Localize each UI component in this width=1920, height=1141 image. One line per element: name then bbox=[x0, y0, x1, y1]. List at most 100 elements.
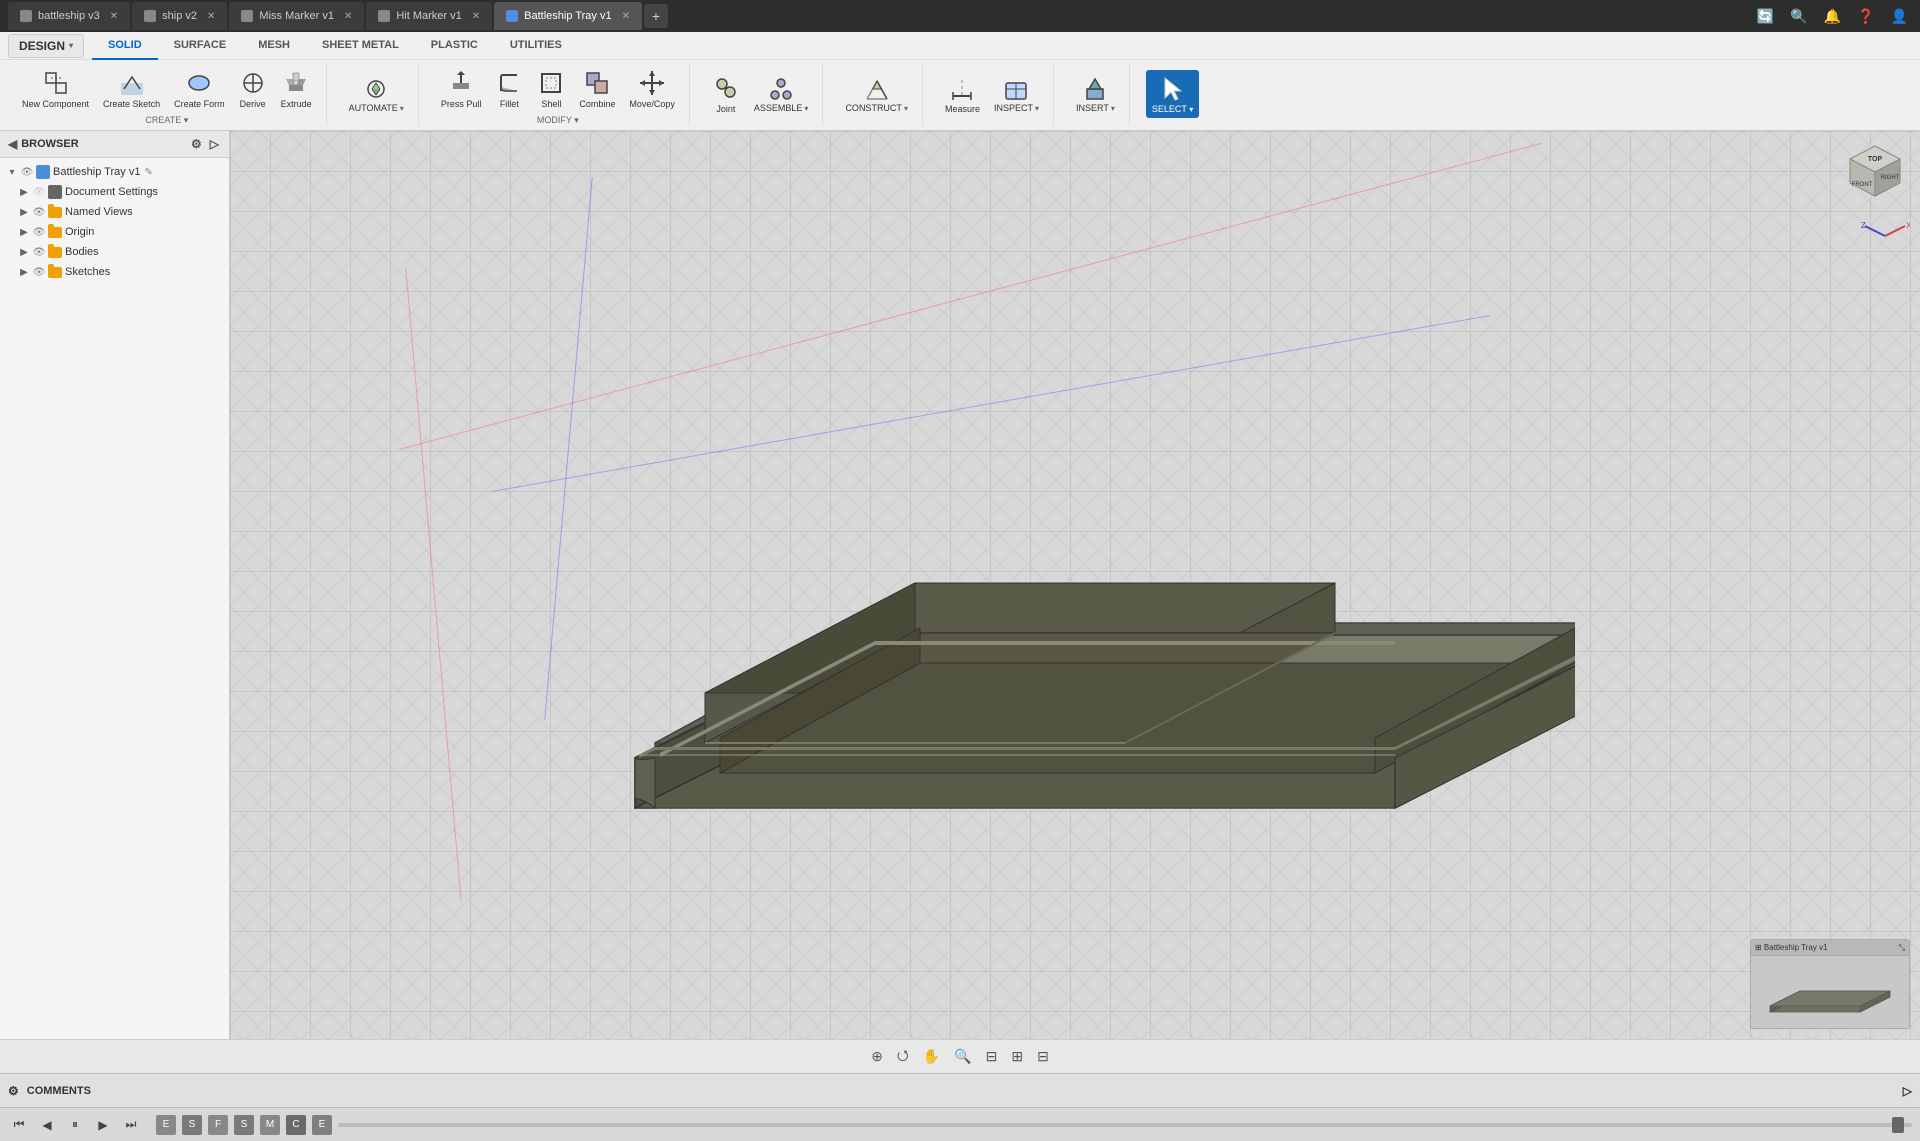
insert-button[interactable]: INSERT ▾ bbox=[1070, 71, 1121, 117]
tab-ship-v2[interactable]: ship v2 ✕ bbox=[132, 2, 227, 30]
design-button[interactable]: DESIGN ▾ bbox=[8, 34, 84, 58]
zoom-icon[interactable]: 🔍 bbox=[950, 1046, 975, 1067]
axes-indicator: X Z bbox=[1860, 216, 1910, 259]
measure-button[interactable]: Measure bbox=[939, 70, 986, 118]
tree-item-doc-settings[interactable]: ▶ 👁 Document Settings bbox=[0, 182, 229, 202]
timeline-step-shell[interactable]: S bbox=[234, 1115, 254, 1135]
tree-item-sketches[interactable]: ▶ 👁 Sketches bbox=[0, 262, 229, 282]
comments-bar[interactable]: ⚙ COMMENTS ▷ bbox=[0, 1073, 1920, 1107]
timeline-play-button[interactable]: ⏸ bbox=[64, 1114, 86, 1136]
timeline-step-extrude2[interactable]: E bbox=[312, 1115, 332, 1135]
grid-icon[interactable]: ⊞ bbox=[1007, 1046, 1027, 1067]
browser-settings-icon[interactable]: ⚙ bbox=[189, 135, 204, 153]
timeline-step-mirror[interactable]: M bbox=[260, 1115, 280, 1135]
ribbon-group-automate: AUTOMATE ▾ bbox=[335, 64, 419, 126]
mode-tab-solid[interactable]: SOLID bbox=[92, 32, 158, 60]
search-icon[interactable]: 🔍 bbox=[1786, 6, 1811, 27]
timeline-end-button[interactable]: ⏭ bbox=[120, 1114, 142, 1136]
viewport-icon[interactable]: ⊟ bbox=[1033, 1046, 1053, 1067]
new-tab-button[interactable]: + bbox=[644, 4, 668, 28]
tab-close[interactable]: ✕ bbox=[622, 11, 630, 22]
fillet-button[interactable]: Fillet bbox=[489, 65, 529, 113]
automate-items: AUTOMATE ▾ bbox=[343, 64, 410, 124]
mode-tab-sheet-metal[interactable]: SHEET METAL bbox=[306, 32, 415, 60]
construct-button[interactable]: CONSTRUCT ▾ bbox=[839, 71, 914, 117]
select-button[interactable]: SELECT ▾ bbox=[1146, 70, 1199, 118]
user-icon[interactable]: 👤 bbox=[1887, 6, 1912, 27]
assemble-dropdown[interactable]: ASSEMBLE ▾ bbox=[748, 71, 815, 117]
cursor-icon[interactable]: ⊕ bbox=[867, 1046, 887, 1067]
expand-icon[interactable]: ▶ bbox=[16, 244, 32, 260]
timeline-step-sketch[interactable]: S bbox=[182, 1115, 202, 1135]
mode-tab-surface[interactable]: SURFACE bbox=[158, 32, 243, 60]
tab-hit-marker[interactable]: Hit Marker v1 ✕ bbox=[366, 2, 492, 30]
derive-button[interactable]: Derive bbox=[233, 65, 273, 113]
visibility-icon[interactable]: 👁 bbox=[32, 245, 46, 259]
pan-icon[interactable]: ✋ bbox=[919, 1046, 944, 1067]
tab-close[interactable]: ✕ bbox=[207, 11, 215, 22]
timeline-step-fillet[interactable]: F bbox=[208, 1115, 228, 1135]
tree-item-root[interactable]: ▾ 👁 Battleship Tray v1 ✎ bbox=[0, 162, 229, 182]
press-pull-button[interactable]: Press Pull bbox=[435, 65, 488, 113]
tab-miss-marker[interactable]: Miss Marker v1 ✕ bbox=[229, 2, 364, 30]
expand-icon[interactable]: ▶ bbox=[16, 204, 32, 220]
timeline-start-button[interactable]: ⏮ bbox=[8, 1114, 30, 1136]
visibility-icon[interactable]: 👁 bbox=[32, 205, 46, 219]
tab-close[interactable]: ✕ bbox=[472, 11, 480, 22]
orbit-icon[interactable]: ⭯ bbox=[893, 1043, 913, 1071]
notification-icon[interactable]: 🔔 bbox=[1820, 6, 1845, 27]
tab-battleship-tray[interactable]: Battleship Tray v1 ✕ bbox=[494, 2, 642, 30]
create-sketch-button[interactable]: Create Sketch bbox=[97, 65, 166, 113]
timeline-position-marker[interactable] bbox=[1892, 1117, 1904, 1133]
new-component-button[interactable]: New Component bbox=[16, 65, 95, 113]
tree-item-bodies[interactable]: ▶ 👁 Bodies bbox=[0, 242, 229, 262]
inspect-dropdown[interactable]: INSPECT ▾ bbox=[988, 71, 1045, 117]
expand-icon[interactable]: ▶ bbox=[16, 184, 32, 200]
comments-settings-icon[interactable]: ⚙ bbox=[8, 1084, 19, 1098]
visibility-icon[interactable]: 👁 bbox=[32, 265, 46, 279]
browser-expand-icon[interactable]: ▷ bbox=[208, 135, 221, 153]
combine-button[interactable]: Combine bbox=[573, 65, 621, 113]
viewport[interactable]: TOP FRONT RIGHT X Z ⊞ Battleship Tray v1… bbox=[230, 131, 1920, 1039]
expand-icon[interactable]: ▶ bbox=[16, 224, 32, 240]
tree-item-named-views[interactable]: ▶ 👁 Named Views bbox=[0, 202, 229, 222]
edit-icon[interactable]: ✎ bbox=[144, 167, 152, 178]
tree-item-origin[interactable]: ▶ 👁 Origin bbox=[0, 222, 229, 242]
comments-expand-icon[interactable]: ▷ bbox=[1903, 1084, 1912, 1098]
timeline-step-combine[interactable]: C bbox=[286, 1115, 306, 1135]
help-icon[interactable]: ❓ bbox=[1853, 6, 1878, 27]
automate-button[interactable]: AUTOMATE ▾ bbox=[343, 71, 410, 117]
tab-close[interactable]: ✕ bbox=[110, 11, 118, 22]
folder-icon bbox=[48, 207, 62, 218]
tab-battleship-v3[interactable]: battleship v3 ✕ bbox=[8, 2, 130, 30]
timeline-prev-button[interactable]: ◀ bbox=[36, 1114, 58, 1136]
select-icon bbox=[1159, 74, 1187, 102]
timeline-track[interactable] bbox=[338, 1123, 1912, 1127]
visibility-icon[interactable]: 👁 bbox=[20, 165, 34, 179]
create-form-button[interactable]: Create Form bbox=[168, 65, 231, 113]
expand-icon[interactable]: ▾ bbox=[4, 164, 20, 180]
tree-item-label: Document Settings bbox=[65, 186, 158, 198]
construct-items: CONSTRUCT ▾ bbox=[839, 64, 914, 124]
visibility-icon[interactable]: 👁 bbox=[32, 225, 46, 239]
timeline-step-extrude[interactable]: E bbox=[156, 1115, 176, 1135]
browser-collapse-button[interactable]: ◀ bbox=[8, 137, 17, 151]
combine-label: Combine bbox=[579, 99, 615, 109]
doc-settings-icon bbox=[48, 185, 62, 199]
extrude-button[interactable]: Extrude bbox=[275, 65, 318, 113]
viewcube[interactable]: TOP FRONT RIGHT bbox=[1840, 141, 1910, 211]
mode-tab-plastic[interactable]: PLASTIC bbox=[415, 32, 494, 60]
tab-close[interactable]: ✕ bbox=[344, 11, 352, 22]
refresh-icon[interactable]: 🔄 bbox=[1753, 6, 1778, 27]
shell-button[interactable]: Shell bbox=[531, 65, 571, 113]
mini-expand-icon[interactable]: ⤡ bbox=[1899, 943, 1905, 953]
display-mode-icon[interactable]: ⊟ bbox=[982, 1046, 1002, 1067]
mode-tab-utilities[interactable]: UTILITIES bbox=[494, 32, 578, 60]
move-button[interactable]: Move/Copy bbox=[623, 65, 681, 113]
expand-icon[interactable]: ▶ bbox=[16, 264, 32, 280]
timeline-next-button[interactable]: ▶ bbox=[92, 1114, 114, 1136]
visibility-icon[interactable]: 👁 bbox=[32, 185, 46, 199]
mini-viewport[interactable]: ⊞ Battleship Tray v1 ⤡ bbox=[1750, 939, 1910, 1029]
mode-tab-mesh[interactable]: MESH bbox=[242, 32, 306, 60]
joint-button[interactable]: Joint bbox=[706, 70, 746, 118]
